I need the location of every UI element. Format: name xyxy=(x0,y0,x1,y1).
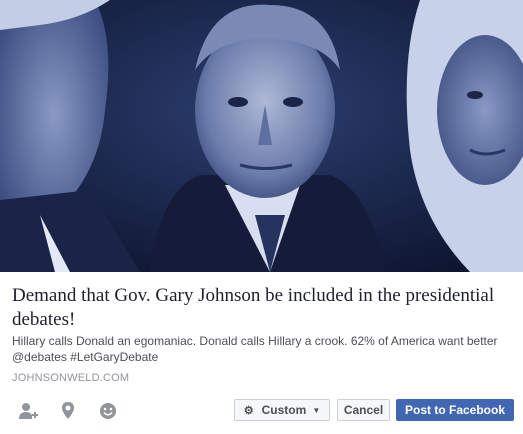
candidates-photo xyxy=(0,0,523,272)
chevron-down-icon: ▼ xyxy=(312,405,321,415)
tag-friends-icon[interactable] xyxy=(17,400,39,422)
composer-toolbar: ⚙ Custom ▼ Cancel Post to Facebook xyxy=(0,398,523,434)
cancel-button[interactable]: Cancel xyxy=(337,399,390,421)
link-description: Hillary calls Donald an egomaniac. Donal… xyxy=(12,334,498,364)
location-icon[interactable] xyxy=(57,400,79,422)
link-preview-image[interactable] xyxy=(0,0,523,272)
link-domain: JOHNSONWELD.COM xyxy=(12,372,130,384)
privacy-label: Custom xyxy=(261,403,307,417)
feeling-icon[interactable] xyxy=(97,400,119,422)
post-to-facebook-button[interactable]: Post to Facebook xyxy=(396,399,514,421)
gear-icon: ⚙ xyxy=(243,404,254,417)
link-title[interactable]: Demand that Gov. Gary Johnson be include… xyxy=(12,284,512,332)
privacy-selector-button[interactable]: ⚙ Custom ▼ xyxy=(234,399,330,421)
